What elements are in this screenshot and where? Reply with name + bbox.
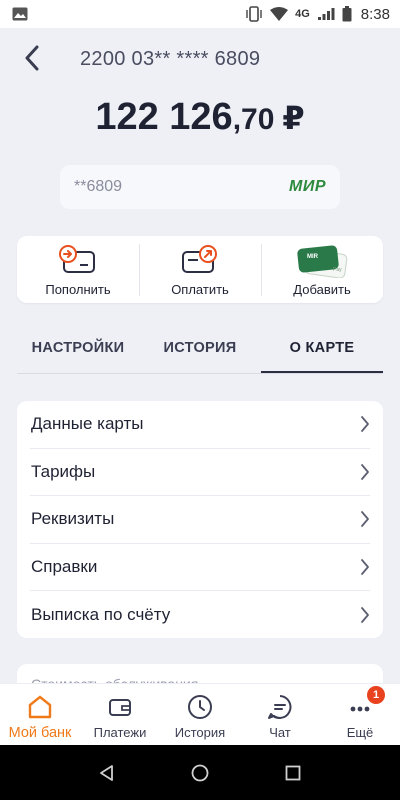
back-button[interactable] xyxy=(18,44,46,72)
currency-sign: ₽ xyxy=(282,100,305,136)
card-balance: 122 126,70 ₽ xyxy=(0,96,400,139)
nav-more[interactable]: 1 Ещё xyxy=(320,684,400,745)
notification-badge: 1 xyxy=(367,686,385,704)
recents-square-icon[interactable] xyxy=(283,763,303,783)
mir-badge-text: MIR xyxy=(307,254,319,260)
card-actions: Пополнить Оплатить MIR Pay Добавить xyxy=(17,236,383,303)
system-navigation-bar xyxy=(0,745,400,800)
pay-sub-text: Pay xyxy=(333,267,342,273)
chat-icon xyxy=(268,695,292,719)
clock-icon xyxy=(188,695,212,719)
wallet-icon xyxy=(109,699,131,716)
tab-history[interactable]: ИСТОРИЯ xyxy=(139,326,261,373)
card-tabs: НАСТРОЙКИ ИСТОРИЯ О КАРТЕ xyxy=(17,326,383,374)
tab-settings[interactable]: НАСТРОЙКИ xyxy=(17,326,139,373)
add-label: Добавить xyxy=(293,282,351,297)
topup-label: Пополнить xyxy=(45,282,111,297)
nav-label: Платежи xyxy=(93,725,147,740)
tab-about-card[interactable]: О КАРТЕ xyxy=(261,326,383,373)
menu-item-card-details[interactable]: Данные карты xyxy=(30,401,370,449)
card-topup-icon xyxy=(59,245,95,273)
status-bar: 4G 8:38 xyxy=(0,0,400,28)
chevron-right-icon xyxy=(361,416,369,433)
menu-item-label: Справки xyxy=(31,556,98,576)
wifi-icon xyxy=(270,7,289,21)
nav-label: Ещё xyxy=(346,725,374,740)
battery-icon xyxy=(342,6,352,22)
menu-item-requisites[interactable]: Реквизиты xyxy=(30,496,370,544)
pay-label: Оплатить xyxy=(171,282,229,297)
nav-payments[interactable]: Платежи xyxy=(80,684,160,745)
nav-my-bank[interactable]: Мой банк xyxy=(0,684,80,745)
network-type: 4G xyxy=(295,8,310,20)
menu-item-certificates[interactable]: Справки xyxy=(30,544,370,591)
card-pay-icon xyxy=(182,245,217,273)
nav-chat[interactable]: Чат xyxy=(240,684,320,745)
home-icon xyxy=(28,695,52,719)
balance-fraction: ,70 xyxy=(232,103,275,136)
gallery-notification-icon xyxy=(12,7,28,21)
masked-card-number: **6809 xyxy=(74,178,123,195)
clock-time: 8:38 xyxy=(360,5,390,23)
card-number-title: 2200 03** **** 6809 xyxy=(80,48,261,70)
chevron-left-icon xyxy=(25,45,39,71)
pay-button[interactable]: Оплатить xyxy=(139,236,261,303)
header: 2200 03** **** 6809 xyxy=(0,36,400,82)
nav-label: Мой банк xyxy=(8,725,72,741)
menu-item-account-statement[interactable]: Выписка по счёту xyxy=(30,591,370,639)
menu-item-label: Тарифы xyxy=(31,461,96,481)
menu-item-label: Реквизиты xyxy=(31,509,115,529)
chevron-right-icon xyxy=(361,463,369,480)
mir-pay-icon: MIR Pay xyxy=(297,245,348,278)
menu-item-tariffs[interactable]: Тарифы xyxy=(30,449,370,496)
back-triangle-icon[interactable] xyxy=(97,763,117,783)
card-selector[interactable]: **6809 МИР xyxy=(60,165,340,209)
home-circle-icon[interactable] xyxy=(190,763,210,783)
chevron-right-icon xyxy=(361,606,369,623)
nav-history[interactable]: История xyxy=(160,684,240,745)
chevron-right-icon xyxy=(361,558,369,575)
chevron-right-icon xyxy=(361,511,369,528)
menu-item-label: Выписка по счёту xyxy=(31,604,171,624)
nav-label: История xyxy=(174,725,226,740)
mir-logo: МИР xyxy=(288,178,326,195)
add-mirpay-button[interactable]: MIR Pay Добавить xyxy=(261,236,383,303)
nav-label: Чат xyxy=(269,725,291,740)
bottom-navigation: Мой банк Платежи История Чат 1 Ещё xyxy=(0,683,400,745)
topup-button[interactable]: Пополнить xyxy=(17,236,139,303)
menu-item-label: Данные карты xyxy=(31,414,144,434)
balance-integer: 122 126 xyxy=(95,96,233,138)
vibrate-icon xyxy=(246,6,262,22)
about-card-menu: Данные карты Тарифы Реквизиты Справки Вы… xyxy=(17,401,383,638)
signal-icon xyxy=(317,8,335,20)
